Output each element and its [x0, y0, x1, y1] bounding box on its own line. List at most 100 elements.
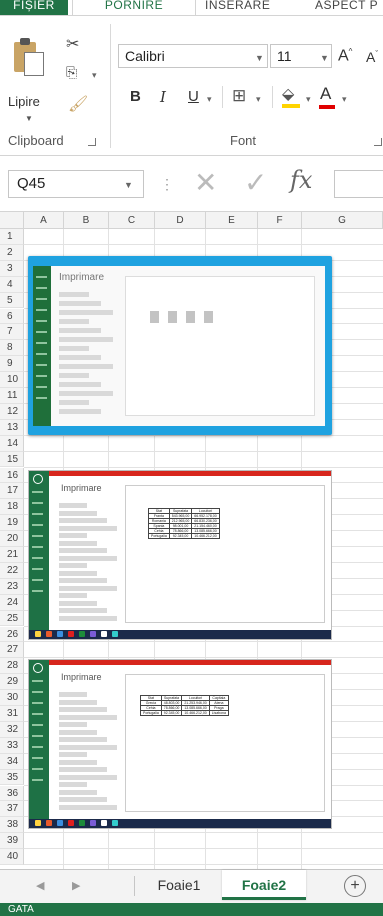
row-header[interactable]: 33: [0, 737, 24, 754]
paste-dropdown-icon[interactable]: ▼: [25, 114, 33, 123]
blurred-content: [186, 311, 195, 323]
print-option: [59, 310, 113, 315]
row-header[interactable]: 24: [0, 594, 24, 611]
copy-dropdown-icon[interactable]: ▾: [92, 70, 97, 81]
row-header[interactable]: 32: [0, 721, 24, 738]
row-header[interactable]: 18: [0, 499, 24, 516]
borders-icon[interactable]: ⊞: [232, 86, 246, 106]
row-header[interactable]: 25: [0, 610, 24, 627]
column-header[interactable]: C: [109, 212, 155, 229]
row-header[interactable]: 12: [0, 403, 24, 420]
row-header[interactable]: 36: [0, 785, 24, 802]
row-header[interactable]: 22: [0, 562, 24, 579]
row-header[interactable]: 7: [0, 324, 24, 341]
row-header[interactable]: 28: [0, 658, 24, 675]
row-header[interactable]: 39: [0, 833, 24, 850]
row-header[interactable]: 6: [0, 308, 24, 325]
tab-insert[interactable]: INSERARE: [205, 0, 270, 15]
font-size-dropdown-icon[interactable]: ▼: [320, 53, 329, 63]
shrink-font-icon[interactable]: Aˇ: [366, 49, 378, 65]
format-painter-icon[interactable]: 🖌: [68, 94, 88, 114]
underline-dropdown-icon[interactable]: ▾: [207, 94, 212, 105]
paste-icon[interactable]: [14, 38, 44, 78]
row-header[interactable]: 29: [0, 674, 24, 691]
tab-file[interactable]: FIȘIER: [0, 0, 68, 15]
row-header[interactable]: 4: [0, 276, 24, 293]
tab-home[interactable]: PORNIRE: [72, 0, 196, 15]
copy-icon[interactable]: ⎘: [66, 64, 77, 81]
print-option: [59, 699, 97, 705]
row-header[interactable]: 34: [0, 753, 24, 770]
row-header[interactable]: 5: [0, 292, 24, 309]
row-header[interactable]: 19: [0, 515, 24, 532]
fill-color-dropdown-icon[interactable]: ▾: [306, 94, 311, 105]
row-header[interactable]: 26: [0, 626, 24, 643]
row-header[interactable]: 9: [0, 356, 24, 373]
enter-icon[interactable]: ✓: [244, 166, 267, 199]
fill-color-icon[interactable]: ⬙: [282, 84, 300, 108]
print-option: [59, 364, 113, 369]
row-header[interactable]: 16: [0, 467, 24, 484]
spreadsheet-grid[interactable]: A B C D E F G 1 2 3 4 5 6 7 8 9 10 11 12 13 14 15 16 17 18 19 20 21…: [0, 212, 383, 869]
row-header[interactable]: 14: [0, 435, 24, 452]
row-header[interactable]: 21: [0, 547, 24, 563]
formula-input[interactable]: [334, 170, 383, 198]
sidebar-item: [36, 331, 47, 333]
next-sheet-icon[interactable]: ▶: [72, 879, 80, 892]
grow-font-icon[interactable]: A^: [338, 47, 352, 65]
add-sheet-button[interactable]: +: [344, 875, 366, 897]
embedded-picture-selected[interactable]: Imprimare: [28, 256, 332, 435]
row-header[interactable]: 1: [0, 229, 24, 245]
font-group-label: Font: [230, 133, 257, 148]
sidebar-item: [32, 513, 43, 515]
cancel-icon[interactable]: ✕: [194, 166, 217, 199]
row-header[interactable]: 13: [0, 419, 24, 436]
font-launcher-icon[interactable]: [374, 138, 382, 146]
row-header[interactable]: 2: [0, 244, 24, 261]
font-name-dropdown-icon[interactable]: ▼: [255, 53, 264, 63]
sheet-tab-foaie1[interactable]: Foaie1: [140, 870, 218, 900]
row-header[interactable]: 40: [0, 849, 24, 865]
row-header[interactable]: 38: [0, 817, 24, 834]
column-header[interactable]: A: [24, 212, 64, 229]
cut-icon[interactable]: ✂: [66, 34, 79, 54]
tab-page-layout[interactable]: ASPECT P: [315, 0, 378, 15]
font-name-field[interactable]: Calibri: [118, 44, 268, 68]
font-color-dropdown-icon[interactable]: ▾: [342, 94, 347, 105]
column-header[interactable]: G: [302, 212, 383, 229]
row-header[interactable]: 30: [0, 690, 24, 706]
clipboard-launcher-icon[interactable]: [88, 138, 96, 146]
row-header[interactable]: 31: [0, 706, 24, 722]
insert-function-icon[interactable]: fx: [290, 166, 312, 194]
row-header[interactable]: 37: [0, 801, 24, 818]
row-header[interactable]: 3: [0, 260, 24, 277]
row-header[interactable]: 15: [0, 451, 24, 468]
font-color-icon[interactable]: A: [319, 84, 335, 109]
column-header[interactable]: B: [64, 212, 109, 229]
table-row: Stat Suprafata Locuitori: [148, 508, 220, 514]
row-header[interactable]: 27: [0, 642, 24, 659]
sheet-tab-foaie2[interactable]: Foaie2: [222, 870, 306, 900]
sidebar-item: [36, 309, 47, 311]
paste-button[interactable]: Lipire: [8, 94, 40, 109]
bold-button[interactable]: B: [130, 88, 141, 105]
column-header[interactable]: F: [258, 212, 302, 229]
italic-button[interactable]: I: [160, 88, 166, 106]
row-header[interactable]: 11: [0, 388, 24, 404]
row-header[interactable]: 10: [0, 372, 24, 388]
embedded-picture-2[interactable]: Imprimare Stat Suprafata Locuitori Franta 543…: [28, 470, 332, 640]
column-header[interactable]: D: [155, 212, 206, 229]
resize-handle-icon[interactable]: ⋮: [160, 176, 174, 193]
row-header[interactable]: 23: [0, 578, 24, 595]
prev-sheet-icon[interactable]: ◀: [36, 879, 44, 892]
row-header[interactable]: 8: [0, 340, 24, 357]
row-header[interactable]: 17: [0, 483, 24, 500]
column-header[interactable]: E: [206, 212, 258, 229]
underline-button[interactable]: U: [188, 88, 199, 105]
name-box-dropdown-icon[interactable]: ▼: [124, 180, 133, 190]
borders-dropdown-icon[interactable]: ▾: [256, 94, 261, 105]
row-header[interactable]: 35: [0, 769, 24, 786]
select-all-corner[interactable]: [0, 212, 24, 229]
embedded-picture-3[interactable]: Imprimare Stat Suprafata Locuitori Capitala G…: [28, 659, 332, 829]
row-header[interactable]: 20: [0, 531, 24, 547]
